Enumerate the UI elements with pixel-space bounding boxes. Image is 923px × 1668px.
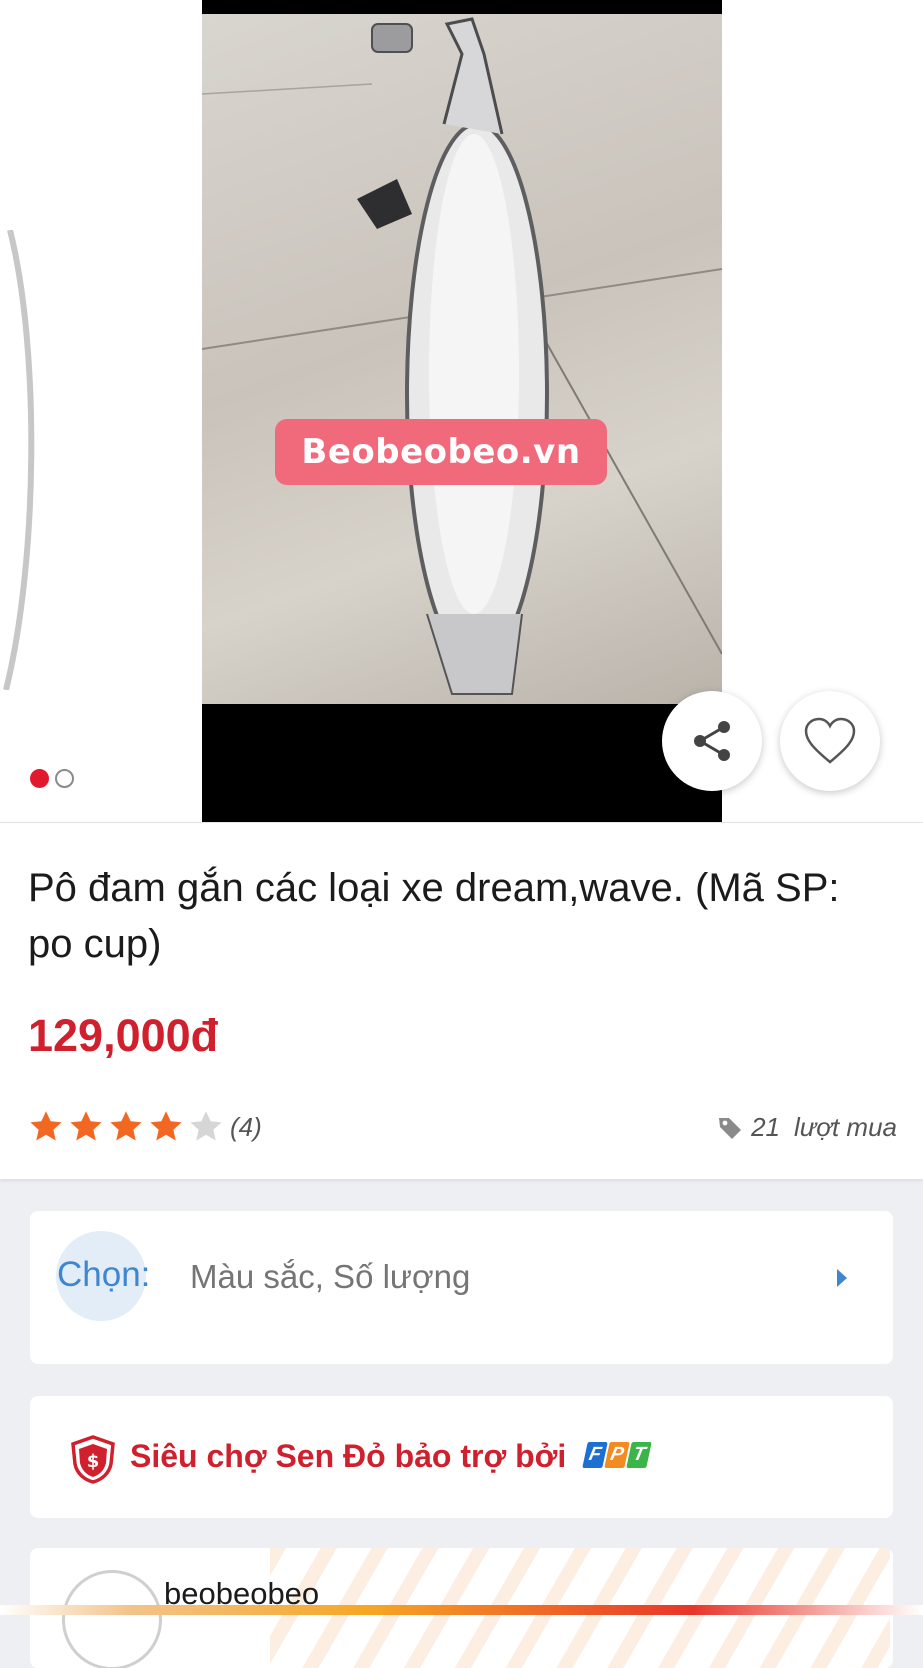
product-photo[interactable] (202, 0, 722, 822)
exhaust-pipe-image (202, 14, 722, 704)
star-filled-icon (150, 1111, 182, 1141)
slide-dot[interactable] (55, 769, 74, 788)
star-filled-icon (30, 1111, 62, 1141)
favorite-button[interactable] (780, 691, 880, 791)
bottom-bar-edge (0, 1605, 923, 1615)
product-gallery[interactable]: Beobeobeo.vn (0, 0, 923, 822)
trust-banner[interactable]: $ Siêu chợ Sen Đỏ bảo trợ bởi F P T (30, 1396, 893, 1518)
star-empty-icon (190, 1111, 222, 1141)
review-count: (4) (230, 1111, 262, 1142)
product-price: 129,000đ (28, 1010, 219, 1061)
sold-number: 21 (751, 1112, 780, 1142)
trust-text: Siêu chợ Sen Đỏ bảo trợ bởi (130, 1438, 567, 1474)
share-icon (694, 721, 730, 761)
share-button[interactable] (662, 691, 762, 791)
star-filled-icon (110, 1111, 142, 1141)
star-list (28, 1109, 226, 1145)
sold-count: 21 lượt mua (717, 1112, 897, 1143)
heart-icon (804, 717, 856, 764)
watermark-badge: Beobeobeo.vn (275, 419, 607, 485)
fpt-letter-t: T (626, 1442, 652, 1468)
option-selector[interactable]: Chọn: Màu sắc, Số lượng (30, 1211, 893, 1364)
option-value: Màu sắc, Số lượng (190, 1258, 471, 1295)
shield-icon: $ (71, 1435, 115, 1484)
option-label: Chọn: (57, 1255, 151, 1294)
shop-avatar[interactable] (62, 1570, 162, 1668)
rating-stars[interactable]: (4) (28, 1109, 262, 1145)
svg-text:$: $ (87, 1451, 100, 1472)
star-filled-icon (70, 1111, 102, 1141)
fpt-logo: F P T (582, 1442, 652, 1468)
sold-label: lượt mua (794, 1112, 897, 1142)
product-title: Pô đam gắn các loại xe dream,wave. (Mã S… (28, 866, 840, 966)
tag-icon (719, 1117, 742, 1139)
chevron-right-icon (837, 1269, 847, 1287)
adjacent-image-edge (3, 230, 35, 690)
slide-indicator (30, 769, 74, 788)
slide-dot-active[interactable] (30, 769, 49, 788)
